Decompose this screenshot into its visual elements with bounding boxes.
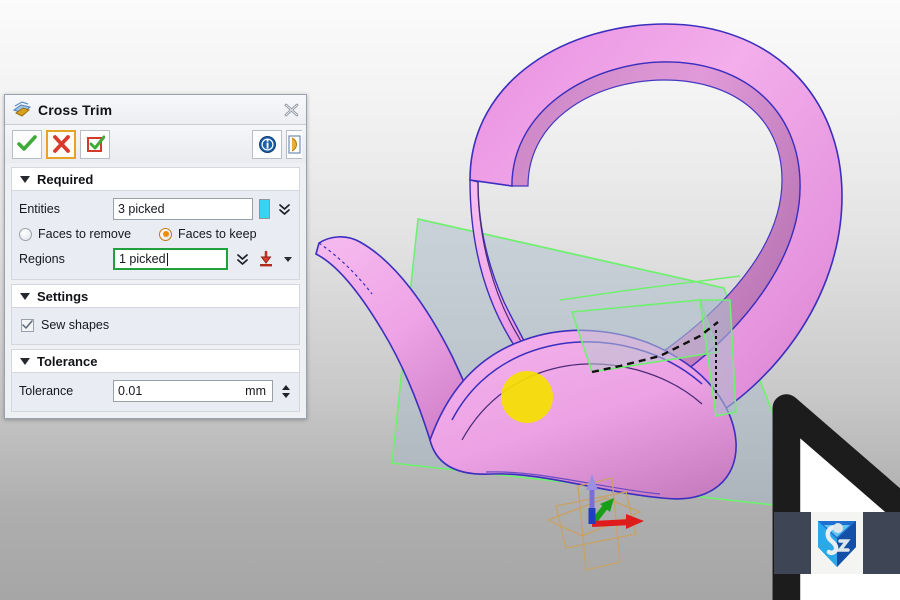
section-header-tolerance[interactable]: Tolerance — [11, 349, 300, 373]
apply-button[interactable] — [80, 129, 110, 159]
watermark-panel-right — [862, 512, 900, 574]
triangle-down-icon — [20, 292, 30, 300]
logo-badge — [811, 512, 863, 574]
apply-check-box-icon — [86, 135, 105, 152]
radio-label-keep: Faces to keep — [178, 227, 257, 241]
close-icon[interactable] — [280, 99, 302, 121]
green-check-icon — [17, 135, 37, 151]
cad-application-window: Cross Trim Required Entities 3 picked Fa… — [0, 0, 900, 600]
tolerance-unit: mm — [245, 384, 266, 398]
entities-row: Entities 3 picked — [19, 196, 292, 222]
chevron-double-down-icon — [236, 254, 248, 265]
more-options-button[interactable] — [286, 129, 302, 159]
tolerance-input[interactable]: 0.01 mm — [113, 380, 273, 402]
info-button[interactable] — [252, 129, 282, 159]
triangle-down-icon[interactable] — [281, 392, 290, 398]
red-x-icon — [52, 135, 70, 153]
tolerance-value: 0.01 — [118, 384, 143, 398]
chevron-double-down-icon — [278, 204, 290, 215]
radio-dot-remove — [19, 227, 32, 241]
section-body-required: Entities 3 picked Faces to remove Faces … — [11, 191, 300, 280]
radio-faces-to-remove[interactable]: Faces to remove — [19, 227, 159, 241]
ok-button[interactable] — [12, 129, 42, 159]
radio-label-remove: Faces to remove — [38, 227, 132, 241]
tolerance-row: Tolerance 0.01 mm — [19, 378, 292, 404]
regions-pick-menu-button[interactable] — [284, 256, 292, 262]
section-body-tolerance: Tolerance 0.01 mm — [11, 373, 300, 412]
regions-input-value: 1 picked — [119, 252, 166, 266]
red-down-arrow-pick-icon — [260, 250, 272, 267]
tolerance-label: Tolerance — [19, 384, 74, 398]
checkbox-box — [21, 318, 34, 332]
section-title-settings: Settings — [37, 288, 89, 304]
blue-info-icon — [258, 135, 276, 153]
cross-trim-tool-icon — [13, 101, 31, 117]
regions-label: Regions — [19, 252, 65, 266]
triangle-down-icon — [20, 175, 30, 183]
section-body-settings: Sew shapes — [11, 308, 300, 345]
entities-color-swatch[interactable] — [259, 199, 270, 219]
section-title-required: Required — [37, 171, 94, 187]
section-header-settings[interactable]: Settings — [11, 284, 300, 308]
entities-input[interactable]: 3 picked — [113, 198, 253, 220]
tolerance-stepper[interactable] — [279, 381, 292, 401]
blue-shield-logo-icon — [818, 521, 856, 567]
checkmark-icon — [22, 320, 33, 329]
regions-pick-button[interactable] — [256, 249, 276, 269]
regions-row: Regions 1 picked — [19, 246, 292, 272]
corner-logo-watermark — [774, 512, 900, 574]
triangle-up-icon[interactable] — [281, 384, 290, 390]
regions-input[interactable]: 1 picked — [113, 248, 228, 270]
cancel-button[interactable] — [46, 129, 76, 159]
text-caret — [166, 252, 168, 266]
regions-dropdown-button[interactable] — [234, 249, 250, 269]
triangle-down-icon — [20, 357, 30, 365]
dialog-action-toolbar[interactable] — [5, 125, 306, 163]
radio-dot-keep — [159, 227, 172, 241]
entities-dropdown-button[interactable] — [276, 199, 292, 219]
radio-faces-to-keep[interactable]: Faces to keep — [159, 227, 257, 241]
cross-trim-dialog[interactable]: Cross Trim Required Entities 3 picked Fa… — [4, 94, 307, 419]
watermark-panel-left — [774, 512, 812, 574]
entities-label: Entities — [19, 202, 60, 216]
dialog-title: Cross Trim — [38, 101, 113, 118]
sew-shapes-checkbox[interactable]: Sew shapes — [19, 313, 292, 337]
section-title-tolerance: Tolerance — [37, 353, 98, 369]
dialog-title-bar[interactable]: Cross Trim — [5, 95, 306, 125]
faces-mode-row: Faces to remove Faces to keep — [19, 222, 292, 246]
page-edge-icon — [287, 134, 301, 154]
section-header-required[interactable]: Required — [11, 167, 300, 191]
sew-shapes-label: Sew shapes — [41, 318, 110, 332]
